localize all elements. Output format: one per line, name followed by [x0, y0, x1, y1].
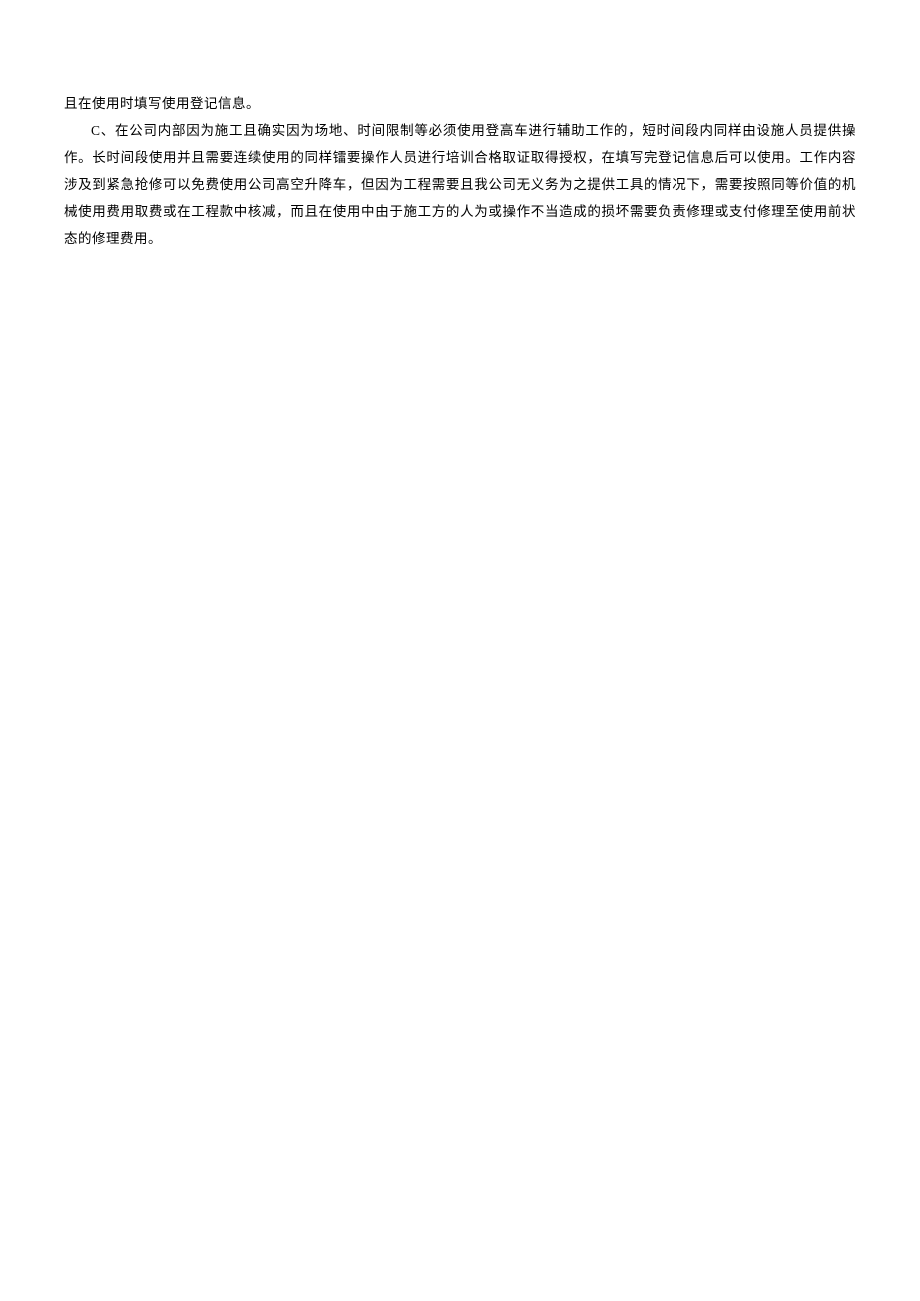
paragraph-1: 且在使用时填写使用登记信息。 [64, 90, 856, 117]
document-content: 且在使用时填写使用登记信息。 C、在公司内部因为施工且确实因为场地、时间限制等必… [64, 90, 856, 252]
paragraph-2: C、在公司内部因为施工且确实因为场地、时间限制等必须使用登高车进行辅助工作的，短… [64, 117, 856, 252]
